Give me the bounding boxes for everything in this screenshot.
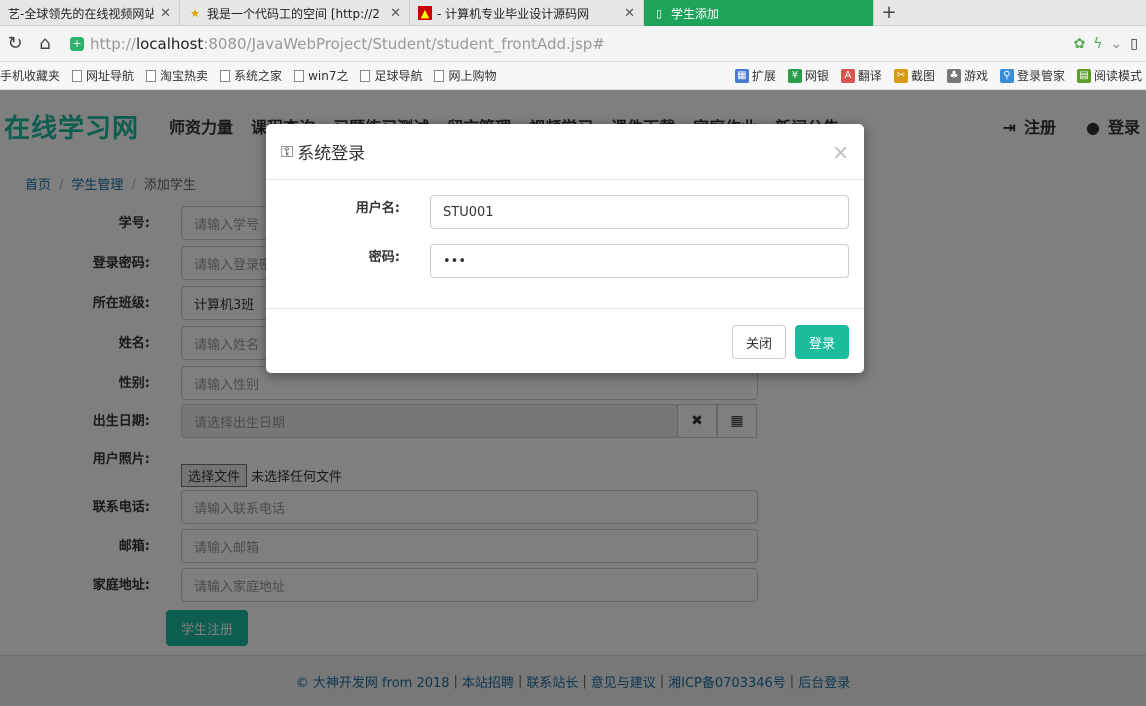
browser-tab[interactable]: ▲ - 计算机专业毕业设计源码网 ✕	[410, 0, 644, 26]
extension-icon: ▦	[734, 68, 749, 83]
address-bar: ↻ ⌂ + http://localhost:8080/JavaWebProje…	[0, 26, 1146, 62]
lightning-icon[interactable]: ϟ	[1093, 36, 1102, 52]
address-actions: ✿ ϟ ⌄ ▯	[1074, 36, 1146, 52]
bookmark-item[interactable]: 淘宝热卖	[146, 67, 208, 84]
translate-icon: A	[840, 68, 855, 83]
document-icon	[294, 69, 305, 82]
url-path: :8080/JavaWebProject/Student/student_fro…	[203, 34, 605, 53]
bookmark-item[interactable]: win7之	[294, 67, 348, 84]
extension-item[interactable]: ⚲ 登录管家	[999, 67, 1065, 84]
login-button[interactable]: 登录	[795, 325, 849, 359]
document-icon	[434, 69, 445, 82]
password-input[interactable]: •••	[430, 244, 849, 278]
password-label: 密码:	[368, 250, 400, 265]
document-icon	[146, 69, 157, 82]
document-icon	[220, 69, 231, 82]
extension-item[interactable]: ✂ 截图	[893, 67, 935, 84]
extension-item[interactable]: ▦ 扩展	[734, 67, 776, 84]
browser-tab-active[interactable]: ▯ 学生添加	[644, 0, 874, 26]
phone-icon[interactable]: ▯	[1130, 36, 1138, 52]
extension-item[interactable]: ¥ 网银	[787, 67, 829, 84]
bookmark-item[interactable]: 系统之家	[220, 67, 282, 84]
key-icon: ⚿	[281, 141, 294, 161]
close-icon[interactable]: ✕	[390, 6, 401, 21]
tab-title: - 计算机专业毕业设计源码网	[437, 6, 590, 21]
modal-footer: 关闭 登录	[266, 308, 864, 373]
tab-title: 我是一个代码工的空间 [http://2	[207, 6, 380, 21]
bookmarks-bar: 手机收藏夹 网址导航 淘宝热卖 系统之家 win7之 足球导航 网上购物 ▦ 扩展…	[0, 62, 1146, 90]
shield-icon: +	[70, 36, 84, 51]
new-tab-icon[interactable]: +	[874, 0, 904, 25]
screenshot-icon: ✂	[893, 68, 908, 83]
document-icon	[72, 69, 83, 82]
extensions: ▦ 扩展 ¥ 网银 A 翻译 ✂ 截图 ♣ 游戏 ⚲ 登录管家 ▤ 阅读模式	[734, 67, 1146, 84]
chevron-down-icon[interactable]: ⌄	[1111, 36, 1123, 52]
extension-item[interactable]: ▤ 阅读模式	[1076, 67, 1142, 84]
username-input[interactable]: STU001	[430, 195, 849, 229]
sync-icon[interactable]: ✿	[1074, 36, 1086, 52]
browser-tab[interactable]: ★ 我是一个代码工的空间 [http://2 ✕	[180, 0, 410, 26]
tab-title: 学生添加	[671, 6, 720, 21]
book-icon: ▤	[1076, 68, 1091, 83]
bookmark-item[interactable]: 手机收藏夹	[0, 67, 60, 84]
reload-icon[interactable]: ↻	[0, 29, 30, 59]
username-label: 用户名:	[355, 201, 400, 216]
browser-tab[interactable]: 艺-全球领先的在线视频网站 ✕	[0, 0, 180, 26]
close-button[interactable]: 关闭	[732, 325, 786, 359]
url-field[interactable]: + http://localhost:8080/JavaWebProject/S…	[70, 31, 1074, 57]
modal-row-password: 密码: •••	[266, 244, 864, 278]
bookmark-item[interactable]: 足球导航	[360, 67, 422, 84]
game-icon: ♣	[946, 68, 961, 83]
document-icon: ▯	[655, 6, 663, 20]
modal-title: ⚿ 系统登录	[281, 141, 366, 165]
home-icon[interactable]: ⌂	[30, 29, 60, 59]
search-icon: ⚲	[999, 68, 1014, 83]
extension-item[interactable]: ♣ 游戏	[946, 67, 988, 84]
bank-icon: ¥	[787, 68, 802, 83]
browser-tab-bar: 艺-全球领先的在线视频网站 ✕ ★ 我是一个代码工的空间 [http://2 ✕…	[0, 0, 1146, 26]
close-icon[interactable]: ✕	[624, 6, 635, 21]
close-icon[interactable]: ×	[832, 140, 849, 164]
modal-header: ⚿ 系统登录 ×	[266, 124, 864, 180]
login-modal: ⚿ 系统登录 × 用户名: STU001 密码: ••• 关闭 登录	[266, 124, 864, 373]
url-prefix: http://	[90, 34, 136, 53]
bookmark-item[interactable]: 网址导航	[72, 67, 134, 84]
bookmark-item[interactable]: 网上购物	[434, 67, 496, 84]
site-favicon-icon: ▲	[418, 6, 432, 20]
modal-row-username: 用户名: STU001	[266, 195, 864, 229]
star-icon: ★	[190, 6, 200, 20]
tab-title: 艺-全球领先的在线视频网站	[8, 6, 155, 21]
url-host: localhost	[135, 34, 204, 53]
close-icon[interactable]: ✕	[160, 6, 171, 21]
extension-item[interactable]: A 翻译	[840, 67, 882, 84]
document-icon	[360, 69, 371, 82]
